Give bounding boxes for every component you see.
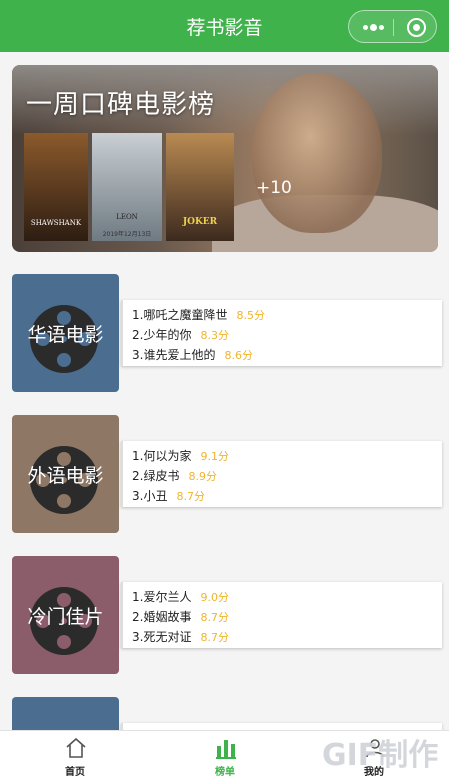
movie-poster[interactable]: SHAWSHANK: [24, 133, 88, 241]
category-section[interactable]: 华语电影 1.哪吒之魔童降世 8.5分 2.少年的你 8.3分 3.谁先爱上他的 8.…: [12, 274, 442, 392]
movie-score: 8.7分: [176, 490, 205, 503]
category-section[interactable]: 外语电影 1.何以为家 9.1分 2.绿皮书 8.9分 3.小丑 8.7分: [12, 415, 442, 533]
list-item[interactable]: 2.绿皮书 8.9分: [132, 467, 217, 484]
navigation-bar: 荐书影音: [0, 0, 449, 52]
movie-score: 8.7分: [200, 611, 229, 624]
list-item[interactable]: 1.哪吒之魔童降世 8.5分: [132, 306, 265, 323]
movie-title: 2.少年的你: [132, 328, 192, 342]
poster-title: LEON: [116, 213, 138, 221]
list-item[interactable]: 1.何以为家 9.1分: [132, 447, 229, 464]
list-item[interactable]: 1.爱尔兰人 9.0分: [132, 588, 229, 605]
category-section[interactable]: 冷门佳片 1.爱尔兰人 9.0分 2.婚姻故事 8.7分 3.死无对证 8.7分: [12, 556, 442, 674]
tab-label: 榜单: [215, 767, 235, 778]
movie-title: 2.绿皮书: [132, 469, 180, 483]
movie-score: 8.6分: [224, 349, 253, 362]
more-posters-count: +10: [256, 178, 292, 198]
movie-score: 9.0分: [200, 591, 229, 604]
movie-title: 1.爱尔兰人: [132, 590, 192, 604]
category-card[interactable]: 华语电影: [12, 274, 119, 392]
close-mini-program-icon[interactable]: [407, 18, 426, 37]
weekly-ranking-banner[interactable]: 一周口碑电影榜 SHAWSHANK LEON 2019年12月13日 JOKER…: [12, 65, 438, 252]
banner-figure-face: [252, 73, 382, 233]
chart-icon: [216, 740, 236, 759]
gif-watermark: GIF制作: [322, 738, 439, 773]
home-icon: [66, 737, 86, 758]
top-list: 1.爱尔兰人 9.0分 2.婚姻故事 8.7分 3.死无对证 8.7分: [121, 582, 442, 648]
movie-poster[interactable]: JOKER: [166, 133, 234, 241]
movie-title: 1.何以为家: [132, 449, 192, 463]
movie-title: 3.谁先爱上他的: [132, 348, 216, 362]
poster-title: JOKER: [182, 217, 218, 227]
category-card[interactable]: 冷门佳片: [12, 556, 119, 674]
category-name: 华语电影: [27, 324, 104, 346]
movie-title: 1.哪吒之魔童降世: [132, 308, 228, 322]
tab-ranking[interactable]: 榜单: [150, 731, 300, 778]
movie-score: 8.3分: [200, 329, 229, 342]
movie-score: 9.1分: [200, 450, 229, 463]
category-name: 外语电影: [27, 465, 104, 487]
list-item[interactable]: 2.少年的你 8.3分: [132, 326, 229, 343]
movie-score: 8.7分: [200, 631, 229, 644]
tab-home[interactable]: 首页: [0, 731, 150, 778]
movie-score: 8.5分: [236, 309, 265, 322]
top-list: 1.何以为家 9.1分 2.绿皮书 8.9分 3.小丑 8.7分: [121, 441, 442, 507]
top-list: 1.哪吒之魔童降世 8.5分 2.少年的你 8.3分 3.谁先爱上他的 8.6分: [121, 300, 442, 366]
category-card[interactable]: 外语电影: [12, 415, 119, 533]
more-menu-icon[interactable]: [363, 24, 384, 31]
category-name: 冷门佳片: [27, 606, 104, 628]
list-item[interactable]: 3.死无对证 8.7分: [132, 628, 229, 645]
list-item[interactable]: 2.婚姻故事 8.7分: [132, 608, 229, 625]
movie-title: 2.婚姻故事: [132, 610, 192, 624]
movie-title: 3.死无对证: [132, 630, 192, 644]
mini-program-capsule: [348, 10, 437, 43]
movie-score: 8.9分: [188, 470, 217, 483]
tab-label: 首页: [65, 767, 85, 778]
poster-date: 2019年12月13日: [102, 231, 152, 238]
list-item[interactable]: 3.谁先爱上他的 8.6分: [132, 346, 253, 363]
movie-title: 3.小丑: [132, 489, 168, 503]
list-item[interactable]: 3.小丑 8.7分: [132, 487, 205, 504]
poster-title: SHAWSHANK: [30, 219, 82, 227]
movie-poster[interactable]: LEON 2019年12月13日: [92, 133, 162, 241]
capsule-divider: [393, 19, 394, 36]
banner-title: 一周口碑电影榜: [26, 90, 216, 120]
